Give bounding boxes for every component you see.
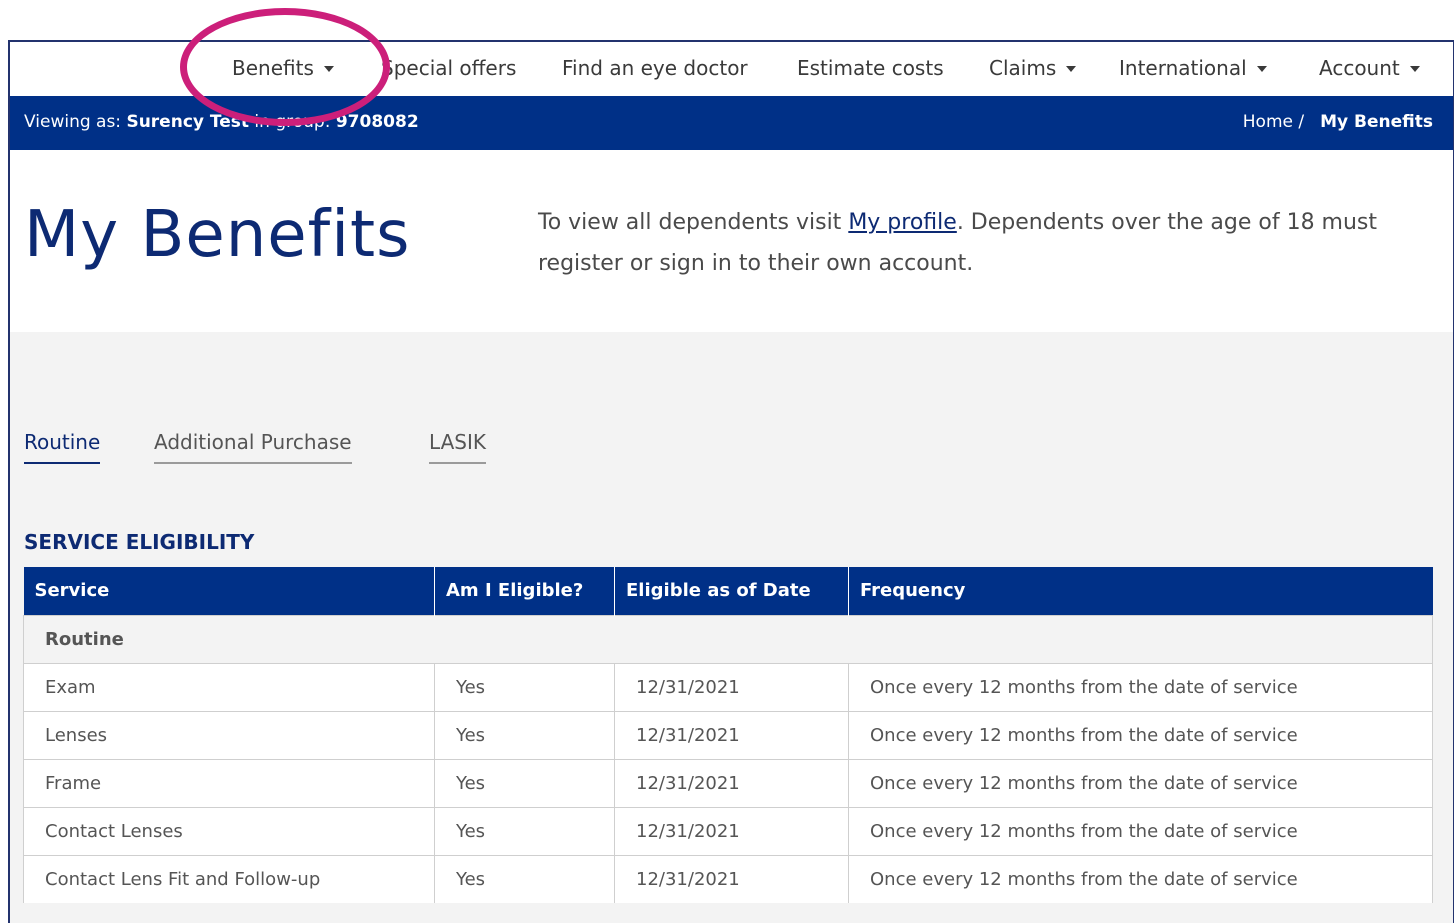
col-frequency: Frequency (848, 567, 1433, 615)
nav-account[interactable]: Account (1319, 56, 1420, 80)
caret-down-icon (1256, 66, 1267, 72)
table-row: Contact Lenses Yes 12/31/2021 Once every… (23, 806, 1433, 855)
breadcrumb-home[interactable]: Home / (1243, 112, 1304, 132)
nav-international[interactable]: International (1119, 56, 1267, 80)
tab-additional-purchase[interactable]: Additional Purchase (154, 430, 352, 464)
table-row: Contact Lens Fit and Follow-up Yes 12/31… (23, 854, 1433, 903)
table-row: Lenses Yes 12/31/2021 Once every 12 mont… (23, 710, 1433, 759)
breadcrumb: Home / My Benefits (1243, 112, 1433, 132)
nav-estimate-costs[interactable]: Estimate costs (797, 56, 944, 80)
table-row: Frame Yes 12/31/2021 Once every 12 month… (23, 758, 1433, 807)
page-frame: Benefits Special offers Find an eye doct… (8, 40, 1454, 923)
top-nav: Benefits Special offers Find an eye doct… (10, 42, 1453, 96)
nav-claims[interactable]: Claims (989, 56, 1077, 80)
page-title: My Benefits (24, 198, 411, 272)
table-header-row: Service Am I Eligible? Eligible as of Da… (23, 567, 1433, 615)
nav-special-offers[interactable]: Special offers (381, 56, 516, 80)
my-profile-link[interactable]: My profile (848, 210, 957, 235)
viewing-as: Viewing as: Surency Test in group: 97080… (24, 112, 419, 132)
nav-benefits[interactable]: Benefits (232, 56, 334, 80)
nav-find-eye-doctor[interactable]: Find an eye doctor (562, 56, 748, 80)
context-bar: Viewing as: Surency Test in group: 97080… (10, 96, 1453, 150)
col-eligible: Am I Eligible? (434, 567, 615, 615)
tab-lasik[interactable]: LASIK (429, 430, 486, 464)
caret-down-icon (1066, 66, 1077, 72)
section-title: SERVICE ELIGIBILITY (24, 530, 255, 554)
member-name: Surency Test (126, 112, 250, 132)
caret-down-icon (1409, 66, 1420, 72)
caret-down-icon (323, 66, 334, 72)
table-row: Exam Yes 12/31/2021 Once every 12 months… (23, 662, 1433, 711)
dependents-note: To view all dependents visit My profile.… (538, 210, 1378, 276)
eligibility-table: Service Am I Eligible? Eligible as of Da… (23, 567, 1433, 903)
group-id: 9708082 (335, 112, 419, 132)
col-service: Service (23, 567, 435, 615)
breadcrumb-current: My Benefits (1320, 112, 1433, 132)
tab-routine[interactable]: Routine (24, 430, 101, 464)
hero: My Benefits To view all dependents visit… (10, 150, 1453, 332)
group-row: Routine (23, 614, 1433, 663)
col-date: Eligible as of Date (614, 567, 849, 615)
